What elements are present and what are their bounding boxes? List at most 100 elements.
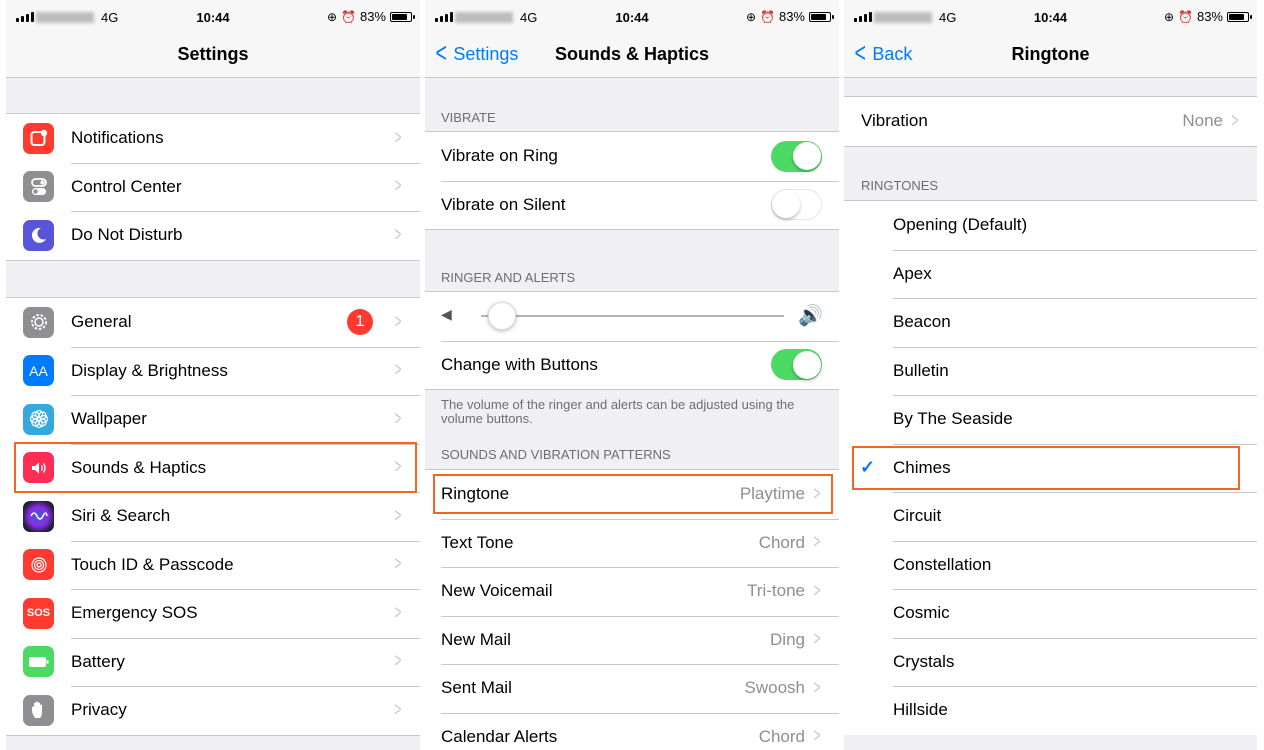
display-icon: AA bbox=[23, 355, 54, 387]
section-header-ringtones: RINGTONES bbox=[861, 178, 939, 193]
status-bar: 4G 10:44 ⊕ ⏰ 83% bbox=[844, 0, 1257, 36]
row-label: Ringtone bbox=[441, 484, 510, 504]
volume-low-icon: ◀ bbox=[441, 306, 452, 322]
ringer-footer-note: The volume of the ringer and alerts can … bbox=[441, 397, 795, 426]
ringtone-item[interactable]: Hillside bbox=[844, 686, 1257, 735]
settings-item-notifications[interactable]: Notifications > bbox=[6, 114, 420, 163]
battery-icon bbox=[23, 646, 54, 678]
row-label: Vibrate on Ring bbox=[441, 146, 558, 166]
chevron-right-icon: > bbox=[394, 650, 402, 673]
speaker-icon bbox=[23, 452, 54, 484]
ringtone-item[interactable]: Constellation bbox=[844, 540, 1257, 590]
ringtones-list: Opening (Default) Apex Beacon Bulletin B… bbox=[844, 200, 1257, 735]
ringtone-label: Crystals bbox=[893, 651, 955, 671]
notification-badge: 1 bbox=[347, 309, 373, 336]
sent-mail-row[interactable]: Sent Mail Swoosh > bbox=[425, 664, 839, 713]
ringtone-screen: 4G 10:44 ⊕ ⏰ 83% < Back Ringtone Vibrati… bbox=[844, 0, 1257, 750]
row-label: Text Tone bbox=[441, 532, 514, 552]
ringtone-item[interactable]: Bulletin bbox=[844, 346, 1257, 396]
ringtone-label: Hillside bbox=[893, 700, 948, 720]
page-title: Ringtone bbox=[1011, 44, 1090, 64]
chevron-right-icon: > bbox=[394, 553, 402, 576]
settings-item-wallpaper[interactable]: Wallpaper > bbox=[6, 395, 420, 444]
ringtone-item[interactable]: Beacon bbox=[844, 298, 1257, 347]
notifications-icon bbox=[23, 122, 54, 154]
ringtone-item[interactable]: Cosmic bbox=[844, 589, 1257, 638]
ringtone-item[interactable]: Apex bbox=[844, 249, 1257, 299]
settings-item-touch-id-passcode[interactable]: Touch ID & Passcode > bbox=[6, 540, 420, 590]
settings-item-label: Emergency SOS bbox=[71, 603, 198, 623]
ringer-volume-slider[interactable]: ◀ 🔊 bbox=[425, 292, 839, 341]
settings-group-2: General 1 > AA Display & Brightness > Wa… bbox=[6, 297, 420, 736]
settings-item-display-brightness[interactable]: AA Display & Brightness > bbox=[6, 346, 420, 396]
control-center-icon bbox=[23, 171, 54, 203]
settings-item-privacy[interactable]: Privacy > bbox=[6, 686, 420, 735]
row-label: New Mail bbox=[441, 629, 511, 649]
ringtone-label: By The Seaside bbox=[893, 409, 1013, 429]
chevron-right-icon: > bbox=[394, 456, 402, 479]
ringtone-item[interactable]: Crystals bbox=[844, 637, 1257, 687]
change-with-buttons-toggle[interactable] bbox=[771, 349, 822, 381]
new-mail-row[interactable]: New Mail Ding > bbox=[425, 615, 839, 665]
settings-item-label: Sounds & Haptics bbox=[71, 457, 207, 477]
ringtone-row[interactable]: Ringtone Playtime > bbox=[425, 470, 839, 519]
row-label: Sent Mail bbox=[441, 678, 512, 698]
vibration-row[interactable]: Vibration None > bbox=[844, 97, 1257, 146]
settings-item-emergency-sos[interactable]: SOS Emergency SOS > bbox=[6, 589, 420, 638]
rotation-lock-icon: ⊕ bbox=[745, 9, 757, 24]
sounds-haptics-screen: 4G 10:44 ⊕ ⏰ 83% < Settings Sounds & Hap… bbox=[425, 0, 839, 750]
settings-item-siri-search[interactable]: Siri & Search > bbox=[6, 492, 420, 541]
ringtone-item-selected[interactable]: ✓ Chimes bbox=[844, 443, 1257, 493]
chevron-right-icon: > bbox=[813, 725, 821, 748]
text-tone-row[interactable]: Text Tone Chord > bbox=[425, 518, 839, 568]
vibrate-on-silent-toggle[interactable] bbox=[771, 189, 822, 221]
ringtone-label: Constellation bbox=[893, 554, 992, 574]
row-value: Chord bbox=[758, 726, 805, 746]
moon-icon bbox=[23, 219, 54, 251]
chevron-right-icon: > bbox=[813, 676, 821, 699]
row-label: Vibrate on Silent bbox=[441, 194, 566, 214]
ringtone-item[interactable]: Circuit bbox=[844, 492, 1257, 541]
ringtone-item[interactable]: By The Seaside bbox=[844, 395, 1257, 444]
row-value: Ding bbox=[770, 629, 805, 649]
nav-bar: < Back Ringtone bbox=[844, 36, 1257, 78]
section-header-ringer: RINGER AND ALERTS bbox=[441, 270, 576, 285]
ringtone-label: Cosmic bbox=[893, 603, 950, 623]
battery-percent: 83% bbox=[359, 9, 386, 24]
settings-item-control-center[interactable]: Control Center > bbox=[6, 162, 420, 212]
chevron-right-icon: > bbox=[813, 628, 821, 651]
settings-item-sounds-haptics[interactable]: Sounds & Haptics > bbox=[6, 443, 420, 493]
vibrate-on-silent-row: Vibrate on Silent bbox=[425, 180, 839, 230]
settings-item-general[interactable]: General 1 > bbox=[6, 298, 420, 347]
chevron-right-icon: > bbox=[394, 359, 402, 382]
fingerprint-icon bbox=[23, 549, 54, 581]
settings-screen: 4G 10:44 ⊕ ⏰ 83% Settings Notifications … bbox=[6, 0, 420, 750]
ringtone-label: Chimes bbox=[893, 457, 951, 477]
settings-item-do-not-disturb[interactable]: Do Not Disturb > bbox=[6, 211, 420, 260]
settings-item-label: Battery bbox=[71, 651, 125, 671]
sos-icon: SOS bbox=[23, 597, 54, 629]
ringtone-item[interactable]: Opening (Default) bbox=[844, 201, 1257, 250]
settings-item-label: Notifications bbox=[71, 128, 164, 148]
vibrate-group: Vibrate on Ring Vibrate on Silent bbox=[425, 131, 839, 230]
hand-icon bbox=[23, 694, 54, 726]
vibrate-on-ring-row: Vibrate on Ring bbox=[425, 132, 839, 181]
change-with-buttons-row: Change with Buttons bbox=[425, 340, 839, 390]
patterns-group: Ringtone Playtime > Text Tone Chord > Ne… bbox=[425, 469, 839, 750]
nav-bar: Settings bbox=[6, 36, 420, 78]
chevron-right-icon: > bbox=[1231, 109, 1239, 132]
siri-icon bbox=[23, 500, 54, 532]
slider-thumb[interactable] bbox=[488, 302, 517, 330]
new-voicemail-row[interactable]: New Voicemail Tri-tone > bbox=[425, 567, 839, 616]
vibrate-on-ring-toggle[interactable] bbox=[771, 140, 822, 172]
checkmark-icon: ✓ bbox=[860, 457, 876, 478]
calendar-alerts-row[interactable]: Calendar Alerts Chord > bbox=[425, 712, 839, 750]
alarm-clock-icon: ⏰ bbox=[760, 9, 775, 24]
ringtone-label: Opening (Default) bbox=[893, 215, 1028, 235]
battery-icon bbox=[809, 11, 834, 22]
alarm-clock-icon: ⏰ bbox=[1178, 9, 1193, 24]
chevron-right-icon: > bbox=[813, 579, 821, 602]
settings-item-label: Control Center bbox=[71, 176, 182, 196]
settings-item-battery[interactable]: Battery > bbox=[6, 637, 420, 687]
vibration-group: Vibration None > bbox=[844, 96, 1257, 147]
